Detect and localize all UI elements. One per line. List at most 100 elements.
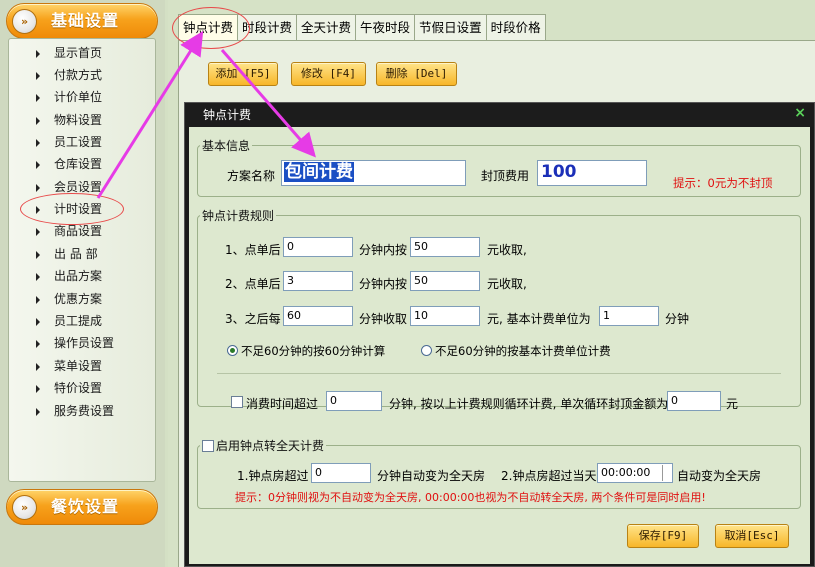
rule2-suffix: 元收取, bbox=[487, 277, 527, 291]
base-unit-input[interactable]: 1 bbox=[599, 306, 659, 326]
sidebar-item-label: 员工设置 bbox=[54, 135, 103, 149]
allday-time-value: 00:00:00 bbox=[601, 466, 651, 479]
allday-c1-prefix: 1.钟点房超过 bbox=[237, 469, 309, 483]
sidebar: » 基础设置 显示首页 付款方式 计价单位 物料设置 员工设置 仓库设置 会员设… bbox=[0, 0, 165, 567]
annotation-circle-tab bbox=[172, 7, 250, 49]
rules-divider bbox=[217, 373, 781, 374]
round-up-60-radio[interactable] bbox=[227, 345, 238, 356]
allday-switch-label: 启用钟点转全天计费 bbox=[216, 439, 325, 453]
sidebar-item-operators[interactable]: 操作员设置 bbox=[36, 333, 114, 353]
add-button[interactable]: 添加 [F5] bbox=[208, 62, 278, 86]
allday-switch-checkbox[interactable] bbox=[202, 440, 214, 452]
section-header-basic-settings[interactable]: » 基础设置 bbox=[6, 3, 158, 39]
arrow-right-icon bbox=[36, 227, 40, 236]
sidebar-item-label: 显示首页 bbox=[54, 46, 103, 60]
group-legend: 基本信息 bbox=[202, 139, 251, 153]
save-button[interactable]: 保存[F9] bbox=[627, 524, 699, 548]
arrow-right-icon bbox=[36, 160, 40, 169]
section-header-label: 基础设置 bbox=[51, 11, 120, 30]
sidebar-item-label: 会员设置 bbox=[54, 180, 103, 194]
group-legend: 启用钟点转全天计费 bbox=[200, 437, 326, 454]
rule2-amount-input[interactable]: 50 bbox=[410, 271, 480, 291]
loop-minutes-input[interactable]: 0 bbox=[326, 391, 382, 411]
loop-billing-label: 消费时间超过 bbox=[246, 397, 319, 411]
sidebar-item-label: 计价单位 bbox=[54, 90, 103, 104]
arrow-right-icon bbox=[36, 362, 40, 371]
sidebar-item-menu[interactable]: 菜单设置 bbox=[36, 356, 102, 376]
allday-minutes-input[interactable]: 0 bbox=[311, 463, 371, 483]
scheme-name-label: 方案名称 bbox=[227, 169, 276, 183]
arrow-right-icon bbox=[36, 339, 40, 348]
sidebar-item-label: 商品设置 bbox=[54, 224, 103, 238]
arrow-right-icon bbox=[36, 116, 40, 125]
allday-c2-suffix: 自动变为全天房 bbox=[677, 469, 762, 483]
rule3-suffix: 元, 基本计费单位为 bbox=[487, 312, 591, 326]
sidebar-item-discount[interactable]: 优惠方案 bbox=[36, 289, 102, 309]
loop-unit: 元 bbox=[726, 397, 739, 411]
arrow-right-icon bbox=[36, 317, 40, 326]
edit-button[interactable]: 修改 [F4] bbox=[291, 62, 366, 86]
double-chevron-icon: » bbox=[12, 495, 37, 520]
sidebar-item-label: 仓库设置 bbox=[54, 157, 103, 171]
sidebar-item-commission[interactable]: 员工提成 bbox=[36, 311, 102, 331]
allday-c1-suffix: 分钟自动变为全天房 bbox=[377, 469, 486, 483]
cancel-button[interactable]: 取消[Esc] bbox=[715, 524, 789, 548]
arrow-right-icon bbox=[36, 272, 40, 281]
sidebar-item-special-price[interactable]: 特价设置 bbox=[36, 378, 102, 398]
rule3-prefix: 3、之后每 bbox=[225, 312, 281, 326]
dialog-title: 钟点计费 bbox=[185, 103, 814, 127]
tab-period-price[interactable]: 时段价格 bbox=[485, 14, 546, 40]
rule1-amount-input[interactable]: 50 bbox=[410, 237, 480, 257]
sidebar-item-label: 付款方式 bbox=[54, 68, 103, 82]
sidebar-item-label: 出品方案 bbox=[54, 269, 103, 283]
close-icon[interactable]: × bbox=[794, 105, 806, 121]
tab-holiday-settings[interactable]: 节假日设置 bbox=[414, 14, 487, 40]
round-base-unit-radio[interactable] bbox=[421, 345, 432, 356]
rule3-minutes-input[interactable]: 60 bbox=[283, 306, 353, 326]
group-legend: 钟点计费规则 bbox=[202, 209, 275, 223]
rule2-prefix: 2、点单后 bbox=[225, 277, 281, 291]
sidebar-item-output-plan[interactable]: 出品方案 bbox=[36, 266, 102, 286]
arrow-right-icon bbox=[36, 49, 40, 58]
section-header-catering-settings[interactable]: » 餐饮设置 bbox=[6, 489, 158, 525]
tab-midnight-period[interactable]: 午夜时段 bbox=[355, 14, 416, 40]
sidebar-item-label: 物料设置 bbox=[54, 113, 103, 127]
rule2-minutes-input[interactable]: 3 bbox=[283, 271, 353, 291]
sidebar-item-materials[interactable]: 物料设置 bbox=[36, 110, 102, 130]
cap-fee-hint: 提示：0元为不封顶 bbox=[673, 176, 773, 190]
arrow-right-icon bbox=[36, 71, 40, 80]
sidebar-item-payment[interactable]: 付款方式 bbox=[36, 65, 102, 85]
sidebar-item-label: 优惠方案 bbox=[54, 292, 103, 306]
rule2-mid: 分钟内按 bbox=[359, 277, 408, 291]
scheme-name-value: 包间计费 bbox=[284, 162, 354, 182]
sidebar-item-label: 员工提成 bbox=[54, 314, 103, 328]
rule1-minutes-input[interactable]: 0 bbox=[283, 237, 353, 257]
rule3-mid: 分钟收取 bbox=[359, 312, 408, 326]
arrow-right-icon bbox=[36, 384, 40, 393]
arrow-right-icon bbox=[36, 250, 40, 259]
arrow-right-icon bbox=[36, 138, 40, 147]
time-spinner-icon[interactable] bbox=[662, 465, 672, 481]
base-unit-label: 分钟 bbox=[665, 312, 690, 326]
sidebar-item-label: 特价设置 bbox=[54, 381, 103, 395]
sidebar-item-warehouse[interactable]: 仓库设置 bbox=[36, 154, 102, 174]
loop-billing-checkbox[interactable] bbox=[231, 396, 243, 408]
round-base-unit-label: 不足60分钟的按基本计费单位计费 bbox=[435, 344, 611, 358]
cap-fee-input[interactable]: 100 bbox=[537, 160, 647, 186]
delete-button[interactable]: 删除 [Del] bbox=[376, 62, 457, 86]
sidebar-item-home[interactable]: 显示首页 bbox=[36, 43, 102, 63]
tab-allday-billing[interactable]: 全天计费 bbox=[296, 14, 357, 40]
sidebar-item-output-dept[interactable]: 出 品 部 bbox=[36, 244, 98, 264]
annotation-circle-timing bbox=[20, 193, 124, 225]
sidebar-item-label: 服务费设置 bbox=[54, 404, 115, 418]
sidebar-item-service-fee[interactable]: 服务费设置 bbox=[36, 401, 114, 421]
rule3-amount-input[interactable]: 10 bbox=[410, 306, 480, 326]
allday-time-input[interactable]: 00:00:00 bbox=[597, 463, 673, 483]
loop-cap-input[interactable]: 0 bbox=[667, 391, 721, 411]
scheme-name-input[interactable]: 包间计费 bbox=[281, 160, 466, 186]
round-up-60-label: 不足60分钟的按60分钟计算 bbox=[241, 344, 386, 358]
double-chevron-icon: » bbox=[12, 9, 37, 34]
sidebar-item-price-unit[interactable]: 计价单位 bbox=[36, 87, 102, 107]
arrow-right-icon bbox=[36, 295, 40, 304]
sidebar-item-staff[interactable]: 员工设置 bbox=[36, 132, 102, 152]
